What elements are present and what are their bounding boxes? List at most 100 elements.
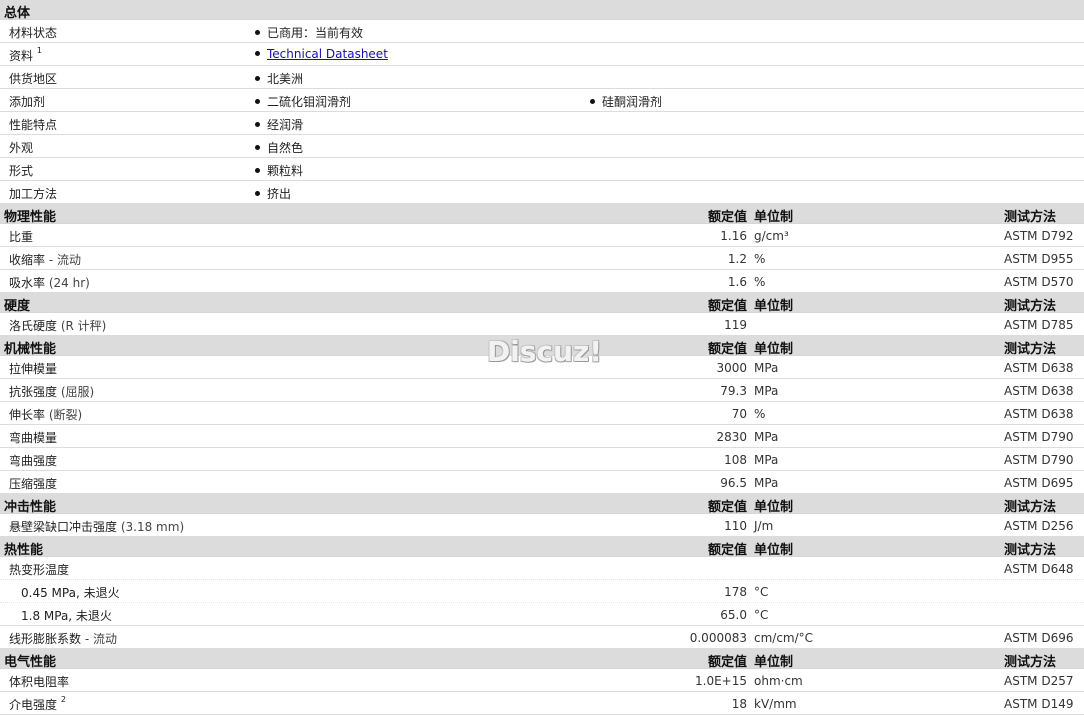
label-qualifier: (断裂) [48,408,83,422]
label-text: 外观 [9,141,34,155]
label-text: 吸水率 [9,276,46,290]
general-row: 外观 自然色 [0,135,1084,158]
general-row: 加工方法 挤出 [0,181,1084,204]
datasheet-link[interactable]: Technical Datasheet [267,47,388,61]
bullet-icon [255,168,260,173]
property-row: 弯曲强度 108 MPa ASTM D790 [0,448,1084,471]
bullet-text: 北美洲 [267,72,304,86]
test-method: ASTM D257 [1004,674,1074,688]
property-row: 体积电阻率 1.0E+15 ohm·cm ASTM D257 [0,669,1084,692]
test-method: ASTM D785 [1004,318,1074,332]
property-label: 添加剂 [9,93,45,110]
bullet-icon [255,76,260,81]
section-title: 热性能 [4,543,44,558]
property-label: 压缩强度 [9,475,57,492]
label-text: 供货地区 [9,72,58,86]
property-label: 弯曲模量 [9,429,57,446]
unit-text: MPa [754,384,779,398]
label-text: 加工方法 [9,187,58,201]
property-label: 洛氏硬度 (R 计秤) [9,317,106,334]
bullet-icon [255,99,260,104]
nominal-value: 96.5 [720,476,747,490]
property-row: 弯曲模量 2830 MPa ASTM D790 [0,425,1084,448]
property-row: 收缩率 - 流动 1.2% ASTM D955 [0,247,1084,270]
section-header: 电气性能 额定值 单位制 测试方法 [0,649,1084,670]
unit-text: cm/cm/°C [754,631,814,645]
label-text: 1.8 MPa, 未退火 [21,609,112,623]
general-row: 供货地区 北美洲 [0,66,1084,89]
property-row: 0.45 MPa, 未退火 178 °C [0,580,1084,603]
label-text: 添加剂 [9,95,46,109]
property-sections: 物理性能 额定值 单位制 测试方法 比重 1.16 g/cm³ ASTM D792 收缩率 - … [0,204,1084,715]
unit-text: ohm·cm [754,674,803,688]
column-header-method: 测试方法 [1004,655,1057,670]
bullet-icon [255,191,260,196]
column-header-value: 额定值 [707,500,747,515]
property-label: 加工方法 [9,185,57,202]
label-text: 弯曲模量 [9,431,58,445]
column-header-value: 额定值 [707,543,747,558]
column-header-method: 测试方法 [1004,210,1057,225]
property-label: 伸长率 (断裂) [9,406,82,423]
property-label: 线形膨胀系数 - 流动 [9,630,117,647]
label-text: 洛氏硬度 [9,319,58,333]
test-method: ASTM D792 [1004,229,1074,243]
property-label: 比重 [9,228,33,245]
label-text: 介电强度 [9,698,58,712]
general-row: 资料 1 Technical Datasheet [0,43,1084,66]
bullet-text: 经润滑 [267,118,304,132]
property-label: 拉伸模量 [9,360,57,377]
label-qualifier: (24 hr) [48,276,90,290]
property-row: 洛氏硬度 (R 计秤) 119 ASTM D785 [0,313,1084,336]
label-qualifier: (R 计秤) [60,319,107,333]
unit-text: MPa [754,430,779,444]
unit-text: MPa [754,361,779,375]
section-title: 硬度 [4,299,31,314]
nominal-value: 65.0 [720,608,747,622]
property-label: 体积电阻率 [9,673,69,690]
property-label: 外观 [9,139,33,156]
label-text: 资料 [9,49,34,63]
unit-text: % [754,275,766,289]
section-header: 硬度 额定值 单位制 测试方法 [0,293,1084,314]
bullet-text: 颗粒料 [267,164,304,178]
general-row: 性能特点 经润滑 [0,112,1084,135]
label-text: 体积电阻率 [9,675,70,689]
bullet-icon [255,51,260,56]
bullet-item: 自然色 [255,139,303,156]
test-method: ASTM D790 [1004,430,1074,444]
general-rows: 材料状态 已商用：当前有效资料 1 Technical Datasheet 供货地区 北… [0,20,1084,204]
bullet-text: 硅酮润滑剂 [602,95,663,109]
property-label: 材料状态 [9,24,57,41]
property-label: 弯曲强度 [9,452,57,469]
property-row: 比重 1.16 g/cm³ ASTM D792 [0,224,1084,247]
nominal-value: 18 [731,697,747,711]
bullet-item: 颗粒料 [255,162,303,179]
nominal-value: 119 [724,318,747,332]
label-text: 线形膨胀系数 [9,632,82,646]
section-title: 总体 [4,6,31,21]
column-header-unit: 单位制 [754,342,794,357]
bullet-item[interactable]: Technical Datasheet [255,47,388,61]
unit-text: g/cm³ [754,229,789,243]
bullet-icon [255,30,260,35]
column-header-value: 额定值 [707,299,747,314]
bullet-icon [255,145,260,150]
test-method: ASTM D149 [1004,697,1074,711]
section-header: 热性能 额定值 单位制 测试方法 [0,537,1084,558]
footnote-marker: 1 [36,46,42,55]
property-label: 抗张强度 (屈服) [9,383,94,400]
watermark: Discuz! [487,335,603,368]
nominal-value: 1.16 [720,229,747,243]
property-row: 压缩强度 96.5 MPa ASTM D695 [0,471,1084,494]
section-header-general: 总体 [0,0,1084,21]
property-label: 资料 1 [9,46,42,64]
bullet-item: 已商用：当前有效 [255,24,363,41]
unit-text: °C [754,585,769,599]
bullet-item: 二硫化钼润滑剂 [255,93,351,110]
test-method: ASTM D696 [1004,631,1074,645]
property-label: 吸水率 (24 hr) [9,274,90,291]
property-label: 悬壁梁缺口冲击强度 (3.18 mm) [9,518,184,535]
label-text: 拉伸模量 [9,362,58,376]
nominal-value: 108 [724,453,747,467]
